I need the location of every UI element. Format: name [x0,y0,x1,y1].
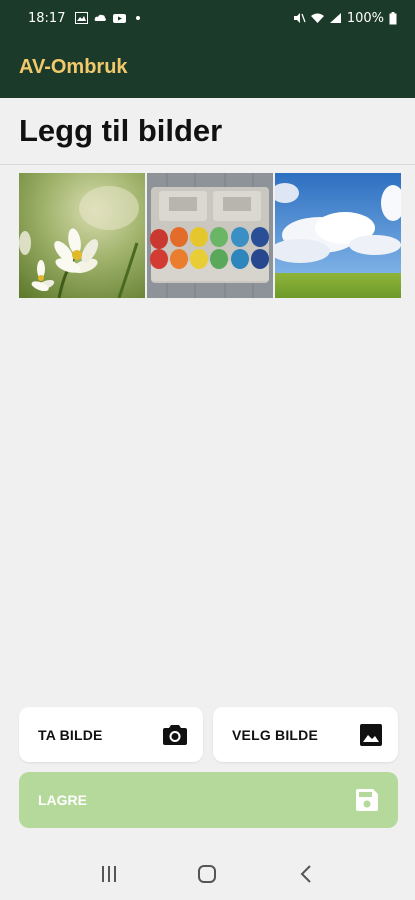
take-photo-label: TA BILDE [38,726,103,743]
pick-photo-label: VELG BILDE [232,726,319,743]
cloud-notification-icon [95,14,107,21]
back-button[interactable] [286,854,326,894]
easter-eggs-photo [147,173,273,298]
home-button[interactable] [187,854,227,894]
recent-apps-button[interactable] [89,854,129,894]
save-button[interactable]: LAGRE [19,772,398,828]
status-time: 18:17 [28,10,66,26]
back-icon [300,865,311,883]
system-navigation-bar [0,848,415,900]
pick-photo-button[interactable]: VELG BILDE [213,707,398,762]
status-bar: 18:17 100% [0,0,415,36]
mute-icon [293,13,306,23]
recent-apps-icon [102,866,117,882]
flower-photo-thumbnail[interactable] [19,173,145,298]
gallery-notification-icon [75,12,89,24]
save-icon [356,789,378,811]
save-label: LAGRE [38,792,87,808]
youtube-notification-icon [113,14,127,23]
flower-photo [19,173,145,298]
image-icon [360,723,382,746]
app-bar: AV-Ombruk [0,36,415,98]
signal-icon [329,13,341,23]
divider [0,164,415,165]
image-gallery [19,173,401,298]
battery-percent: 100% [346,10,384,26]
wifi-icon [310,13,324,23]
easter-eggs-photo-thumbnail[interactable] [147,173,273,298]
battery-icon [389,11,397,24]
sky-meadow-photo-thumbnail[interactable] [275,173,401,298]
camera-icon [163,724,187,745]
page-title: Legg til bilder [19,113,223,148]
take-photo-button[interactable]: TA BILDE [19,707,203,762]
system-icons: 100% [293,11,397,26]
notification-icons [75,12,145,24]
app-title: AV-Ombruk [19,55,128,78]
dot-icon [136,16,141,20]
home-icon [198,865,217,883]
sky-meadow-photo [275,173,401,298]
